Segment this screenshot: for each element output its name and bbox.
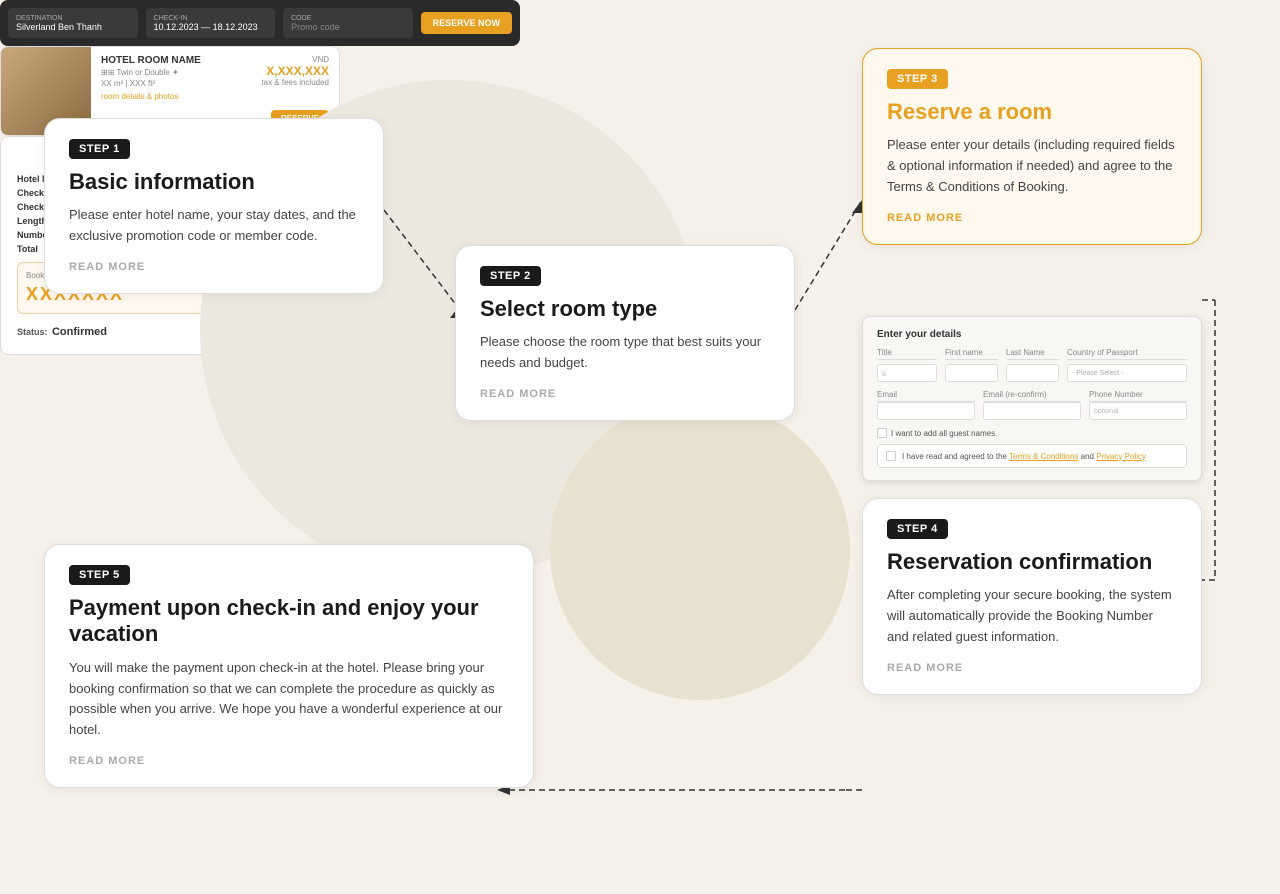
step5-description: You will make the payment upon check-in … <box>69 658 509 741</box>
room-size: XX m² | XXX ft² <box>101 79 241 88</box>
checkin-value: 10.12.2023 — 18.12.2023 <box>154 22 268 32</box>
col-country: Country of Passport <box>1067 348 1187 360</box>
guest-names-row: I want to add all guest names. <box>877 428 1187 438</box>
code-value: Promo code <box>291 22 405 32</box>
step3-description: Please enter your details (including req… <box>887 135 1177 197</box>
step1-read-more[interactable]: READ MORE <box>69 261 359 273</box>
email-field <box>877 402 975 420</box>
terms-link[interactable]: Terms & Conditions <box>1009 452 1078 461</box>
wifi-icon: ✦ <box>172 68 179 77</box>
phone-field: optional <box>1089 402 1187 420</box>
step3-badge: STEP 3 <box>887 69 948 89</box>
step4-read-more[interactable]: READ MORE <box>887 662 1177 674</box>
step3-card: STEP 3 Reserve a room Please enter your … <box>862 48 1202 245</box>
destination-label: DESTINATION <box>16 15 130 22</box>
total-label: Total <box>17 244 38 254</box>
col-title: Title <box>877 348 937 360</box>
checkin-field: CHECK-IN 10.12.2023 — 18.12.2023 <box>146 8 276 38</box>
room-icons: ⊞⊞ <box>101 68 114 77</box>
destination-value: Silverland Ben Thanh <box>16 22 130 32</box>
status-value: Confirmed <box>52 326 107 338</box>
search-bar-preview: DESTINATION Silverland Ben Thanh CHECK-I… <box>0 0 520 46</box>
agree-bar: I have read and agreed to the Terms & Co… <box>877 444 1187 468</box>
step4-title: Reservation confirmation <box>887 549 1177 575</box>
code-label: CODE <box>291 15 405 22</box>
step2-read-more[interactable]: READ MORE <box>480 388 770 400</box>
privacy-link[interactable]: Privacy Policy <box>1096 452 1146 461</box>
country-field: - Please Select - <box>1067 364 1187 382</box>
step2-title: Select room type <box>480 296 770 322</box>
details-grid: Title First name Last Name Country of Pa… <box>877 348 1187 382</box>
code-field: CODE Promo code <box>283 8 413 38</box>
details-form-title: Enter your details <box>877 329 1187 340</box>
firstname-field <box>945 364 998 382</box>
step2-badge: STEP 2 <box>480 266 541 286</box>
step5-title: Payment upon check-in and enjoy your vac… <box>69 595 509 648</box>
step5-badge: STEP 5 <box>69 565 130 585</box>
reserve-now-button[interactable]: RESERVE NOW <box>421 12 512 34</box>
phone-col: Phone Number optional <box>1089 390 1187 420</box>
destination-field: DESTINATION Silverland Ben Thanh <box>8 8 138 38</box>
step1-title: Basic information <box>69 169 359 195</box>
step1-description: Please enter hotel name, your stay dates… <box>69 205 359 247</box>
lastname-field <box>1006 364 1059 382</box>
price-currency: VND <box>261 55 329 64</box>
step1-badge: STEP 1 <box>69 139 130 159</box>
room-name: HOTEL ROOM NAME <box>101 55 241 66</box>
step2-description: Please choose the room type that best su… <box>480 332 770 374</box>
step5-read-more[interactable]: READ MORE <box>69 755 509 767</box>
step5-card: STEP 5 Payment upon check-in and enjoy y… <box>44 544 534 788</box>
step4-card: STEP 4 Reservation confirmation After co… <box>862 498 1202 695</box>
details-row2: Email Email (re-confirm) Phone Number op… <box>877 390 1187 420</box>
col-lastname: Last Name <box>1006 348 1059 360</box>
guest-names-checkbox[interactable] <box>877 428 887 438</box>
room-type: ⊞⊞ Twin or Double ✦ <box>101 68 241 77</box>
email-confirm-col: Email (re-confirm) <box>983 390 1081 420</box>
bg-shape-2 <box>550 400 850 700</box>
room-details-link[interactable]: room details & photos <box>101 92 241 101</box>
price-value: X,XXX,XXX <box>261 64 329 78</box>
details-form-preview: Enter your details Title First name Last… <box>862 316 1202 481</box>
step2-card: STEP 2 Select room type Please choose th… <box>455 245 795 421</box>
guest-names-label: I want to add all guest names. <box>891 429 997 438</box>
status-label: Status: <box>17 327 48 337</box>
step4-badge: STEP 4 <box>887 519 948 539</box>
checkin-label: CHECK-IN <box>154 15 268 22</box>
step1-card: STEP 1 Basic information Please enter ho… <box>44 118 384 294</box>
price-note: tax & fees included <box>261 78 329 87</box>
col-firstname: First name <box>945 348 998 360</box>
agree-checkbox[interactable] <box>886 451 896 461</box>
email-confirm-field <box>983 402 1081 420</box>
email-col: Email <box>877 390 975 420</box>
step4-description: After completing your secure booking, th… <box>887 585 1177 647</box>
step3-read-more[interactable]: READ MORE <box>887 212 1177 224</box>
step3-title: Reserve a room <box>887 99 1177 125</box>
agree-text: I have read and agreed to the Terms & Co… <box>902 452 1146 461</box>
title-field: s <box>877 364 937 382</box>
